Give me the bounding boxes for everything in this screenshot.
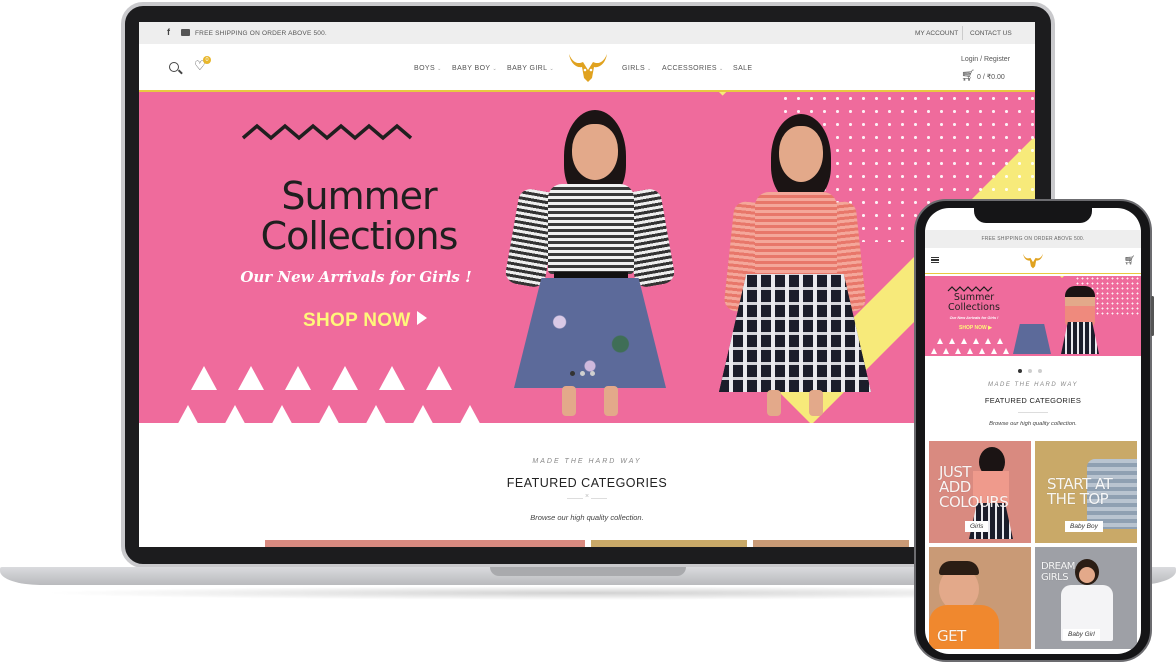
tile-boys-text: GET	[937, 627, 966, 645]
tile-boy-hair	[939, 561, 979, 575]
mobile-section-eyebrow: MADE THE HARD WAY	[988, 382, 1078, 388]
category-tile-baby-girl[interactable]: DREAM GIRLS Baby Girl	[1035, 547, 1137, 649]
tile-baby-boy-label: Baby Boy	[1065, 521, 1103, 532]
phone-notch	[974, 205, 1092, 223]
mobile-carousel-dots	[1018, 360, 1048, 378]
tile-baby-girl-text-line2: GIRLS	[1041, 572, 1069, 583]
mobile-model-girl-2	[1065, 286, 1095, 326]
contact-us-link[interactable]: CONTACT US	[970, 30, 1012, 37]
cart-icon[interactable]: 🛒︎	[961, 71, 975, 82]
mobile-hero-title-line2: Collections	[948, 302, 1000, 313]
category-tile-third-peek[interactable]	[753, 540, 909, 547]
phone-side-button	[1151, 296, 1154, 336]
section-subtitle: Browse our high quality collection.	[530, 513, 644, 522]
mobile-carousel-dot-3[interactable]	[1038, 369, 1042, 373]
search-icon[interactable]	[169, 62, 179, 72]
hamburger-menu-icon[interactable]	[931, 257, 939, 263]
section-divider: ×	[567, 493, 607, 500]
category-tile-girls-peek[interactable]	[265, 540, 585, 547]
tile-baby-girl-text-line1: DREAM	[1041, 561, 1075, 572]
nav-baby-boy[interactable]: BABY BOY ⌄	[452, 65, 497, 72]
mobile-model-girl-2-skirt	[1061, 322, 1099, 354]
device-mockup-stage: f FREE SHIPPING ON ORDER ABOVE 500. MY A…	[0, 0, 1176, 664]
tile-baby-boy-text-line2: THE TOP	[1047, 490, 1109, 508]
hero-title-line1: Summer	[281, 174, 437, 218]
wishlist-count-badge: 0	[203, 56, 211, 64]
mobile-header: 🛒︎	[925, 248, 1141, 274]
tile-baby-girl-text: DREAM GIRLS	[1041, 561, 1075, 583]
chevron-down-icon: ⌄	[549, 66, 555, 72]
nav-boys[interactable]: BOYS ⌄	[414, 65, 442, 72]
mobile-section-divider	[1018, 412, 1048, 413]
shop-now-label: SHOP NOW	[303, 310, 411, 331]
nav-sale[interactable]: SALE	[733, 65, 753, 72]
tile-baby-boy-text: START AT THE TOP	[1047, 477, 1113, 508]
shipping-notice: FREE SHIPPING ON ORDER ABOVE 500.	[195, 30, 327, 37]
nav-baby-girl[interactable]: BABY GIRL ⌄	[507, 65, 554, 72]
triangle-row-top	[191, 366, 481, 392]
nav-girls[interactable]: GIRLS ⌄	[622, 65, 652, 72]
mobile-section-subtitle: Browse our high quality collection.	[989, 421, 1077, 427]
category-tile-boys[interactable]: GET	[929, 547, 1031, 649]
nav-baby-boy-label: BABY BOY	[452, 65, 491, 72]
chevron-down-icon: ⌄	[492, 66, 498, 72]
carousel-dots	[570, 363, 600, 381]
hero-title-line2: Collections	[260, 214, 459, 258]
bull-logo[interactable]	[567, 50, 609, 84]
tile-baby-girl-face	[1079, 567, 1095, 583]
mobile-triangle-row	[937, 338, 1015, 346]
chevron-down-icon: ⌄	[718, 66, 724, 72]
category-tile-baby-boy[interactable]: START AT THE TOP Baby Boy	[1035, 441, 1137, 543]
mobile-cart-icon[interactable]: 🛒︎	[1124, 255, 1135, 266]
mobile-bull-logo[interactable]	[1022, 251, 1044, 270]
mobile-hero-banner[interactable]: Summer Collections Our New Arrivals for …	[925, 276, 1141, 356]
tile-girls-text-line3: COLOURS	[939, 493, 1009, 511]
mobile-carousel-dot-1[interactable]	[1018, 369, 1022, 373]
mobile-top-bar: FREE SHIPPING ON ORDER ABOVE 500.	[925, 230, 1141, 248]
mobile-carousel-dot-2[interactable]	[1028, 369, 1032, 373]
carousel-dot-3[interactable]	[590, 371, 595, 376]
mobile-shop-now-button[interactable]: SHOP NOW ▶	[959, 325, 992, 331]
laptop-hinge-notch	[490, 567, 686, 576]
section-title: FEATURED CATEGORIES	[506, 476, 668, 490]
facebook-icon[interactable]: f	[167, 27, 170, 37]
tile-girls-text: JUST ADD COLOURS	[939, 465, 1009, 511]
hero-title: Summer Collections	[239, 176, 479, 256]
nav-accessories-label: ACCESSORIES	[662, 65, 717, 72]
mobile-triangle-row-2	[931, 348, 1015, 356]
mobile-section-title: FEATURED CATEGORIES	[984, 396, 1082, 405]
mobile-hero-title: Summer Collections	[939, 293, 1009, 313]
desktop-website: f FREE SHIPPING ON ORDER ABOVE 500. MY A…	[139, 22, 1035, 547]
nav-girls-label: GIRLS	[622, 65, 646, 72]
divider-mark: ×	[583, 493, 592, 500]
zigzag-decoration	[241, 123, 413, 141]
nav-baby-girl-label: BABY GIRL	[507, 65, 548, 72]
category-tile-baby-boy-peek[interactable]	[591, 540, 747, 547]
carousel-dot-2[interactable]	[580, 371, 585, 376]
triangle-row-bottom	[175, 405, 483, 423]
my-account-link[interactable]: MY ACCOUNT	[915, 30, 958, 37]
mail-icon[interactable]	[181, 29, 190, 36]
cart-total[interactable]: 0 / ₹0.00	[977, 73, 1005, 81]
login-register-link[interactable]: Login / Register	[961, 56, 1010, 63]
site-header: ♡ 0 BOYS ⌄ BABY BOY ⌄ BABY GIRL ⌄ GIRLS ⌄ AC…	[139, 44, 1035, 92]
section-eyebrow: MADE THE HARD WAY	[532, 458, 642, 465]
mobile-website: FREE SHIPPING ON ORDER ABOVE 500. 🛒︎ Sum…	[925, 208, 1141, 654]
tile-girls-label: Girls	[965, 521, 989, 532]
mobile-hero-subtitle: Our New Arrivals for Girls !	[949, 316, 999, 320]
chevron-down-icon: ⌄	[647, 66, 652, 72]
shop-now-button[interactable]: SHOP NOW	[303, 310, 427, 332]
top-bar: f FREE SHIPPING ON ORDER ABOVE 500. MY A…	[139, 22, 1035, 44]
nav-boys-label: BOYS	[414, 65, 436, 72]
carousel-dot-1[interactable]	[570, 371, 575, 376]
play-arrow-icon	[416, 311, 427, 325]
model-girl-checkered-dress	[709, 114, 879, 423]
nav-accessories[interactable]: ACCESSORIES ⌄	[662, 65, 724, 72]
topbar-separator	[962, 26, 963, 40]
category-tile-girls[interactable]: JUST ADD COLOURS Girls	[929, 441, 1031, 543]
hero-subtitle: Our New Arrivals for Girls !	[240, 268, 472, 286]
tile-baby-girl-label: Baby Girl	[1063, 629, 1100, 640]
chevron-down-icon: ⌄	[437, 66, 442, 72]
